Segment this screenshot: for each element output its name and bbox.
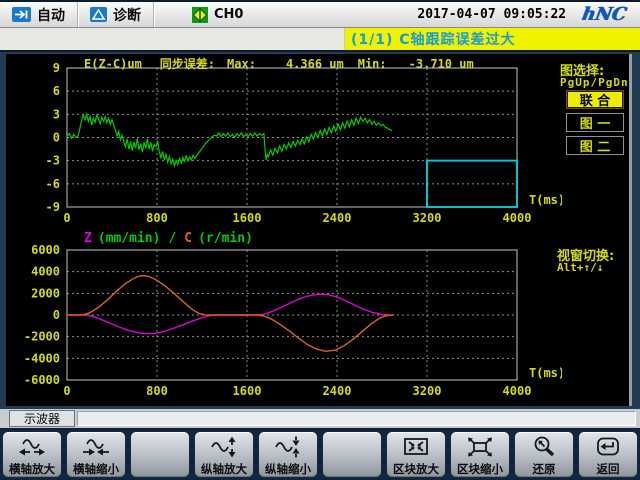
- svg-text:4000: 4000: [503, 211, 532, 225]
- svg-text:-9: -9: [46, 200, 60, 214]
- auto-mode-icon: [12, 7, 31, 22]
- softkey-label: 纵轴放大: [201, 462, 247, 476]
- empty-softkey-button: [130, 431, 190, 478]
- softkey-label: 返回: [597, 462, 620, 476]
- svg-text:9: 9: [53, 61, 60, 75]
- svg-text:4000: 4000: [503, 384, 532, 398]
- softkey-label: 区块放大: [393, 462, 439, 476]
- h-zoom-in-icon: [17, 432, 47, 462]
- alarm-message: (1/1) C轴跟踪误差过大: [345, 28, 640, 50]
- menu-item-diagnosis[interactable]: 诊断: [78, 2, 154, 27]
- mode-button-combined[interactable]: 联 合: [566, 90, 624, 109]
- menu-item-auto[interactable]: 自动: [0, 2, 78, 27]
- softkey-label: 横轴缩小: [73, 462, 119, 476]
- back-icon: [593, 432, 623, 462]
- v-zoom-in-icon: [209, 432, 239, 462]
- datetime: 2017-04-07 09:05:22: [417, 7, 566, 22]
- v-zoom-in-button[interactable]: 纵轴放大: [194, 431, 254, 478]
- svg-text:800: 800: [146, 384, 168, 398]
- mode-button-plot1[interactable]: 图 一: [566, 113, 624, 132]
- bottom-tab-bar: 示波器: [0, 409, 640, 429]
- h-zoom-out-button[interactable]: 横轴缩小: [66, 431, 126, 478]
- svg-text:4000: 4000: [31, 265, 60, 279]
- hnc-logo: hNC: [580, 4, 628, 25]
- svg-text:1600: 1600: [233, 211, 262, 225]
- menu-item-channel[interactable]: CH0: [180, 2, 255, 27]
- svg-text:6000: 6000: [31, 243, 60, 257]
- svg-text:0: 0: [63, 384, 70, 398]
- series-C (r/min): [67, 276, 393, 352]
- svg-text:1600: 1600: [233, 384, 262, 398]
- plot-mode-buttons: 联 合 图 一 图 二: [566, 90, 624, 159]
- v-zoom-out-icon: [273, 432, 303, 462]
- tab-bar-filler: [77, 411, 636, 426]
- softkey-label: 纵轴缩小: [265, 462, 311, 476]
- mode-button-plot2[interactable]: 图 二: [566, 136, 624, 155]
- svg-text:2400: 2400: [323, 384, 352, 398]
- back-button[interactable]: 返回: [578, 431, 638, 478]
- svg-text:800: 800: [146, 211, 168, 225]
- svg-text:6: 6: [53, 84, 60, 98]
- softkey-toolbar: 横轴放大 横轴缩小: [0, 429, 640, 480]
- svg-text:-3: -3: [46, 154, 60, 168]
- channel-label: CH0: [214, 7, 243, 22]
- svg-text:3: 3: [53, 107, 60, 121]
- block-zoom-out-icon: [465, 432, 495, 462]
- scope-sidebar: 图选择: PgUp/PgDn 联 合 图 一 图 二 视窗切换: Alt+↑/↓: [557, 54, 631, 406]
- top-menu-bar: 自动 诊断 CH0 2017-04-07 09:05:22 hNC: [0, 2, 640, 28]
- menu-item-diagnosis-label: 诊断: [113, 5, 141, 25]
- hnc-scope-screen: 自动 诊断 CH0 2017-04-07 09:05:22 hNC (1/1) …: [0, 0, 640, 480]
- restore-icon: [530, 432, 558, 462]
- alert-bar: (1/1) C轴跟踪误差过大: [0, 28, 640, 52]
- plot-select-keys: PgUp/PgDn: [560, 76, 629, 89]
- sync-error-chart[interactable]: 9630-3-6-908001600240032004000T(ms): [22, 60, 562, 232]
- svg-text:3200: 3200: [413, 384, 442, 398]
- svg-text:0: 0: [63, 211, 70, 225]
- v-zoom-out-button[interactable]: 纵轴缩小: [258, 431, 318, 478]
- series-E(Z-C) sync error (um): [67, 114, 392, 166]
- h-zoom-out-icon: [81, 432, 111, 462]
- block-zoom-in-icon: [401, 432, 431, 462]
- series-Z (mm/min): [67, 294, 393, 334]
- block-zoom-out-button[interactable]: 区块缩小: [450, 431, 510, 478]
- svg-text:0: 0: [53, 308, 60, 322]
- restore-button[interactable]: 还原: [514, 431, 574, 478]
- scope-panel: E(Z-C)um同步误差:Max:4.366 umMin:-3.710 um 9…: [6, 54, 632, 406]
- softkey-label: 区块缩小: [457, 462, 503, 476]
- svg-text:3200: 3200: [413, 211, 442, 225]
- window-switch-keys: Alt+↑/↓: [557, 261, 603, 274]
- h-zoom-in-button[interactable]: 横轴放大: [2, 431, 62, 478]
- speed-chart[interactable]: 6000400020000-2000-4000-6000080016002400…: [22, 240, 562, 404]
- empty-softkey-button: [322, 431, 382, 478]
- svg-text:2000: 2000: [31, 286, 60, 300]
- svg-text:-4000: -4000: [24, 351, 60, 365]
- svg-text:0: 0: [53, 131, 60, 145]
- channel-icon: [192, 7, 208, 23]
- svg-text:-2000: -2000: [24, 330, 60, 344]
- svg-text:2400: 2400: [323, 211, 352, 225]
- softkey-label: 横轴放大: [9, 462, 55, 476]
- menu-item-auto-label: 自动: [37, 5, 65, 25]
- svg-text:-6000: -6000: [24, 373, 60, 387]
- main-area: E(Z-C)um同步误差:Max:4.366 umMin:-3.710 um 9…: [0, 52, 640, 409]
- svg-text:-6: -6: [46, 177, 60, 191]
- block-zoom-in-button[interactable]: 区块放大: [386, 431, 446, 478]
- diagnosis-icon: [90, 7, 107, 22]
- softkey-label: 还原: [533, 462, 556, 476]
- alert-bar-left-blank: [0, 28, 345, 50]
- tab-oscilloscope[interactable]: 示波器: [9, 410, 75, 427]
